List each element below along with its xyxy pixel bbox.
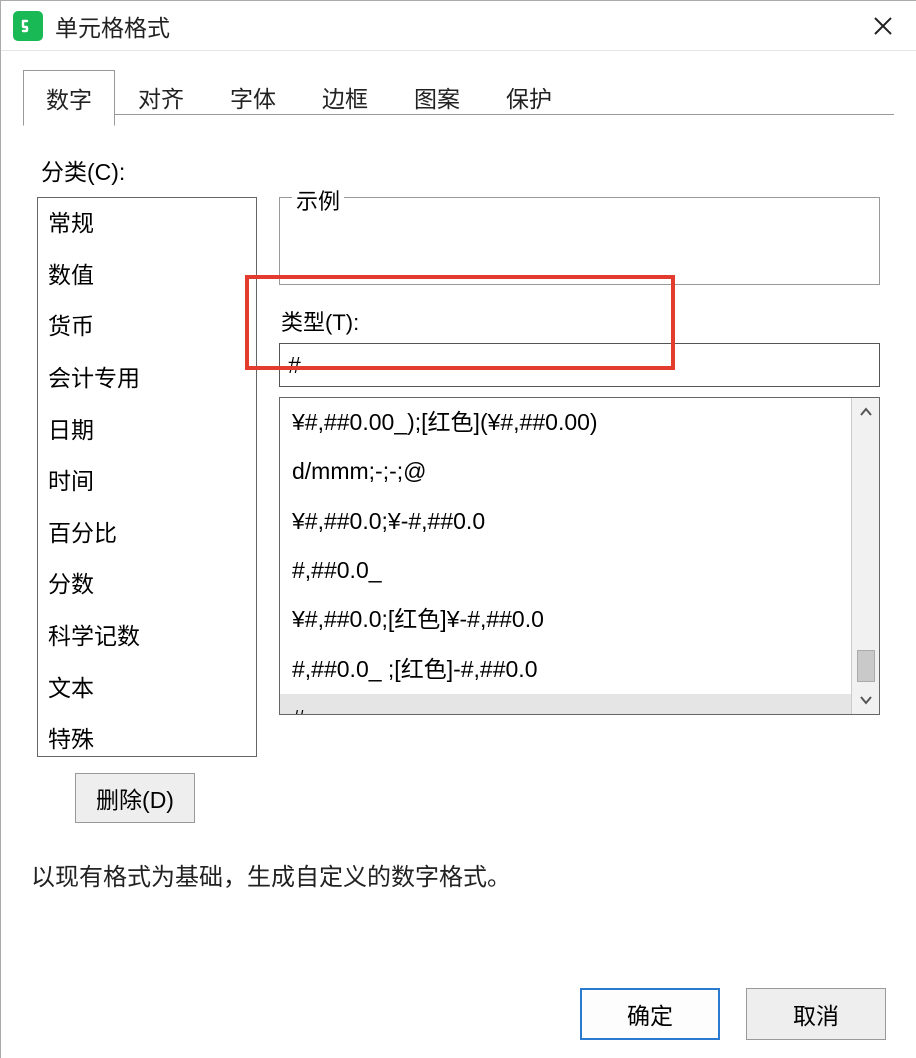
tab-protect[interactable]: 保护: [483, 69, 575, 125]
button-label: 确定: [627, 997, 673, 1031]
delete-button[interactable]: 删除(D): [75, 773, 195, 823]
format-item[interactable]: #,##0.0_: [280, 546, 851, 595]
delete-row: 删除(D): [37, 773, 880, 823]
type-label: 类型(T):: [279, 305, 880, 337]
chevron-up-icon: [860, 407, 872, 417]
button-label: 删除(D): [96, 781, 174, 815]
dialog-footer: 确定 取消: [580, 988, 886, 1040]
category-label: 分类(C):: [41, 153, 880, 187]
scroll-track[interactable]: [852, 426, 879, 686]
category-item[interactable]: 科学记数: [38, 611, 256, 663]
columns: 常规 数值 货币 会计专用 日期 时间 百分比 分数 科学记数 文本 特殊 自定…: [37, 197, 880, 757]
category-list[interactable]: 常规 数值 货币 会计专用 日期 时间 百分比 分数 科学记数 文本 特殊 自定…: [37, 197, 257, 757]
scrollbar[interactable]: [851, 398, 879, 714]
tab-label: 数字: [46, 87, 92, 113]
tab-label: 图案: [414, 86, 460, 112]
button-label: 取消: [793, 997, 839, 1031]
format-list-wrap: ¥#,##0.00_);[红色](¥#,##0.00) d/mmm;-;-;@ …: [279, 397, 880, 715]
app-icon: [13, 11, 43, 41]
tab-label: 保护: [506, 86, 552, 112]
category-item-label: 会计专用: [48, 365, 140, 391]
close-icon: [873, 16, 893, 36]
category-item-label: 货币: [48, 313, 94, 339]
example-group: 示例: [279, 197, 880, 285]
category-item-label: 特殊: [48, 726, 94, 752]
type-input[interactable]: [279, 343, 880, 387]
dialog-body: 分类(C): 常规 数值 货币 会计专用 日期 时间 百分比 分数 科学记数 文…: [1, 125, 916, 892]
category-item[interactable]: 常规: [38, 198, 256, 250]
tab-strip: 数字 对齐 字体 边框 图案 保护: [1, 69, 916, 125]
format-item-label: d/mmm;-;-;@: [292, 458, 427, 484]
hint-text: 以现有格式为基础，生成自定义的数字格式。: [31, 857, 880, 892]
category-item[interactable]: 百分比: [38, 508, 256, 560]
tab-label: 边框: [322, 86, 368, 112]
chevron-down-icon: [860, 695, 872, 705]
tab-font[interactable]: 字体: [207, 69, 299, 125]
category-item-label: 文本: [48, 675, 94, 701]
window-title: 单元格格式: [55, 9, 170, 43]
category-item[interactable]: 文本: [38, 663, 256, 715]
category-item-label: 科学记数: [48, 623, 140, 649]
category-item[interactable]: 分数: [38, 559, 256, 611]
category-item-label: 日期: [48, 417, 94, 443]
titlebar: 单元格格式: [1, 1, 916, 51]
format-item[interactable]: ¥#,##0.0;¥-#,##0.0: [280, 497, 851, 546]
example-legend: 示例: [292, 184, 344, 216]
format-item-label: #,##0.0_: [292, 557, 382, 583]
tab-label: 对齐: [138, 86, 184, 112]
cancel-button[interactable]: 取消: [746, 988, 886, 1040]
tab-align[interactable]: 对齐: [115, 69, 207, 125]
format-item-label: ¥#,##0.0;¥-#,##0.0: [292, 508, 485, 534]
category-item-label: 时间: [48, 468, 94, 494]
format-item[interactable]: ¥#,##0.0;[红色]¥-#,##0.0: [280, 595, 851, 644]
category-item-label: 数值: [48, 262, 94, 288]
category-item[interactable]: 时间: [38, 456, 256, 508]
category-item-label: 分数: [48, 571, 94, 597]
category-item[interactable]: 会计专用: [38, 353, 256, 405]
scroll-thumb[interactable]: [857, 650, 875, 682]
format-item[interactable]: #,##0.0_ ;[红色]-#,##0.0: [280, 645, 851, 694]
format-item[interactable]: #: [280, 694, 851, 714]
format-item-label: #,##0.0_ ;[红色]-#,##0.0: [292, 656, 538, 682]
type-block: 类型(T):: [279, 305, 880, 387]
category-item[interactable]: 货币: [38, 301, 256, 353]
category-item[interactable]: 数值: [38, 250, 256, 302]
format-item-label: #: [292, 705, 305, 714]
scroll-up-button[interactable]: [852, 398, 879, 426]
right-column: 示例 类型(T): ¥#,##0.00_);[红色](¥#,##0.00) d/…: [279, 197, 880, 757]
tab-label: 字体: [230, 86, 276, 112]
format-list[interactable]: ¥#,##0.00_);[红色](¥#,##0.00) d/mmm;-;-;@ …: [280, 398, 851, 714]
scroll-down-button[interactable]: [852, 686, 879, 714]
format-item-label: ¥#,##0.0;[红色]¥-#,##0.0: [292, 606, 544, 632]
close-button[interactable]: [858, 1, 908, 51]
ok-button[interactable]: 确定: [580, 988, 720, 1040]
format-item-label: ¥#,##0.00_);[红色](¥#,##0.00): [292, 409, 598, 435]
tab-pattern[interactable]: 图案: [391, 69, 483, 125]
category-item[interactable]: 日期: [38, 405, 256, 457]
tab-underline: [23, 114, 894, 115]
format-item[interactable]: d/mmm;-;-;@: [280, 447, 851, 496]
category-item-label: 常规: [48, 210, 94, 236]
cell-format-dialog: 单元格格式 数字 对齐 字体 边框 图案 保护 分类(C): 常规 数值 货币 …: [0, 0, 916, 1058]
tab-border[interactable]: 边框: [299, 69, 391, 125]
format-item[interactable]: ¥#,##0.00_);[红色](¥#,##0.00): [280, 398, 851, 447]
category-item-label: 百分比: [48, 520, 117, 546]
tab-number[interactable]: 数字: [23, 70, 115, 126]
category-item[interactable]: 特殊: [38, 714, 256, 757]
